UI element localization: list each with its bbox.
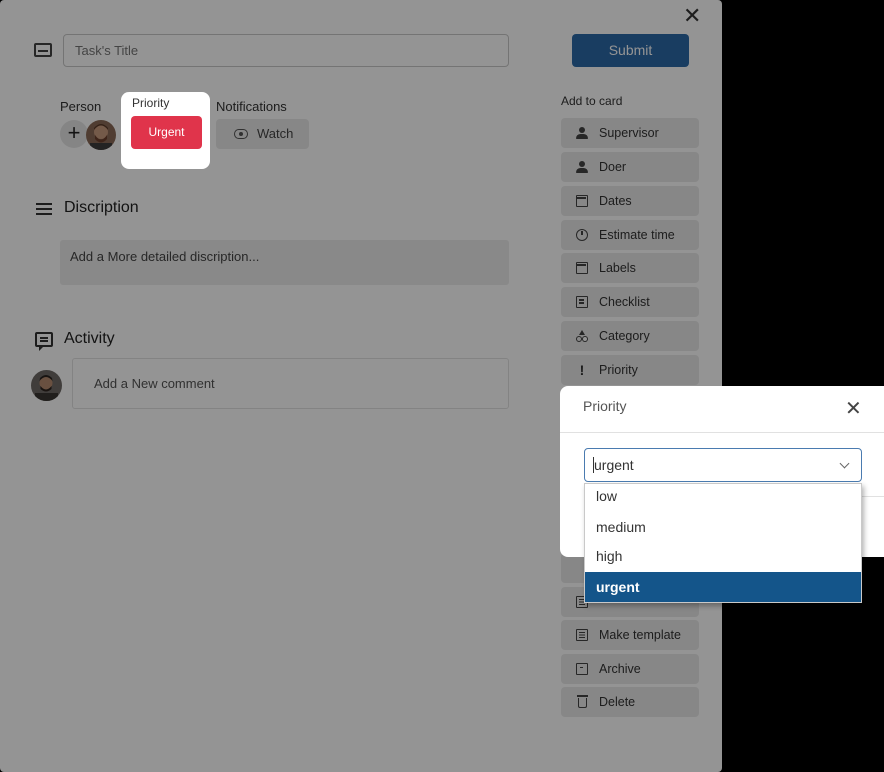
add-to-card-heading: Add to card xyxy=(561,94,623,108)
priority-dropdown: low medium high urgent xyxy=(584,483,862,603)
delete-button[interactable]: Delete xyxy=(561,687,699,717)
doer-label: Doer xyxy=(599,160,627,174)
estimate-time-label: Estimate time xyxy=(599,228,675,242)
archive-icon xyxy=(576,663,588,675)
close-icon[interactable]: ✕ xyxy=(683,5,701,27)
stopwatch-icon xyxy=(576,229,588,241)
eye-icon xyxy=(234,129,248,139)
category-button[interactable]: Category xyxy=(561,321,699,351)
priority-label: Priority xyxy=(132,96,170,110)
person-icon xyxy=(576,127,588,139)
title-icon xyxy=(34,43,52,57)
watch-button[interactable]: Watch xyxy=(216,119,309,149)
doer-button[interactable]: Doer xyxy=(561,152,699,182)
priority-button[interactable]: ! Priority xyxy=(561,355,699,385)
person-check-icon xyxy=(576,161,588,173)
description-title: Discription xyxy=(64,199,139,216)
option-medium[interactable]: medium xyxy=(585,512,861,542)
avatar[interactable] xyxy=(86,120,116,150)
menu-lines-icon xyxy=(36,203,52,215)
priority-select-value: urgent xyxy=(594,457,634,473)
category-label: Category xyxy=(599,329,650,343)
priority-select[interactable]: urgent xyxy=(584,448,862,482)
archive-button[interactable]: Archive xyxy=(561,654,699,684)
priority-side-label: Priority xyxy=(599,363,638,377)
checklist-label: Checklist xyxy=(599,295,650,309)
watch-label: Watch xyxy=(257,126,294,141)
add-person-button[interactable]: + xyxy=(60,120,88,148)
delete-label: Delete xyxy=(599,695,636,709)
checklist-icon xyxy=(576,296,588,308)
close-icon[interactable]: ✕ xyxy=(845,396,862,421)
popup-title: Priority xyxy=(583,398,627,414)
task-title-input[interactable] xyxy=(63,34,509,67)
supervisor-button[interactable]: Supervisor xyxy=(561,118,699,148)
activity-title: Activity xyxy=(64,330,115,347)
comment-input[interactable]: Add a New comment xyxy=(72,358,509,409)
divider xyxy=(560,432,884,433)
supervisor-label: Supervisor xyxy=(599,126,659,140)
comment-icon xyxy=(35,332,53,351)
calendar-icon xyxy=(576,195,588,207)
dates-button[interactable]: Dates xyxy=(561,186,699,216)
submit-button[interactable]: Submit xyxy=(572,34,689,67)
divider xyxy=(860,496,884,497)
description-input[interactable]: Add a More detailed discription... xyxy=(60,240,509,285)
priority-chip[interactable]: Urgent xyxy=(131,116,202,149)
template-icon xyxy=(576,629,588,641)
checklist-button[interactable]: Checklist xyxy=(561,287,699,317)
archive-label: Archive xyxy=(599,662,641,676)
dates-label: Dates xyxy=(599,194,632,208)
make-template-label: Make template xyxy=(599,628,681,642)
labels-label: Labels xyxy=(599,261,636,275)
person-label: Person xyxy=(60,99,102,114)
make-template-button[interactable]: Make template xyxy=(561,620,699,650)
notifications-label: Notifications xyxy=(216,99,287,114)
category-icon xyxy=(576,330,588,342)
exclamation-icon: ! xyxy=(579,362,585,378)
estimate-time-button[interactable]: Estimate time xyxy=(561,220,699,250)
priority-highlight-card: Priority Urgent xyxy=(121,92,210,169)
text-cursor xyxy=(593,457,594,473)
option-urgent[interactable]: urgent xyxy=(585,572,861,602)
chevron-down-icon xyxy=(839,458,850,469)
current-user-avatar xyxy=(31,370,62,401)
option-high[interactable]: high xyxy=(585,541,861,571)
labels-button[interactable]: Labels xyxy=(561,253,699,283)
trash-icon xyxy=(577,695,588,708)
calendar-check-icon xyxy=(576,262,588,274)
option-low[interactable]: low xyxy=(585,481,861,511)
